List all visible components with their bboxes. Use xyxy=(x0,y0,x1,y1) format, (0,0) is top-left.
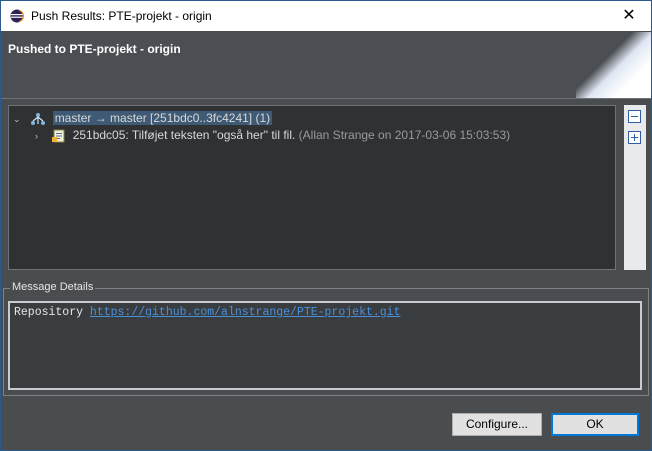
branch-push-icon xyxy=(31,112,46,125)
branch-update-label: master → master [251bdc0..3fc4241] (1) xyxy=(52,111,273,125)
close-icon[interactable]: ✕ xyxy=(607,1,651,31)
tree-toolbar xyxy=(624,105,646,270)
header-title: Pushed to PTE-projekt - origin xyxy=(8,42,181,56)
dialog-header: Pushed to PTE-projekt - origin xyxy=(1,32,651,98)
push-results-dialog: Push Results: PTE-projekt - origin ✕ Pus… xyxy=(0,0,652,451)
commit-message: 251bdc05: Tilføjet teksten "også her" ti… xyxy=(72,128,296,142)
repository-label: Repository xyxy=(14,306,84,319)
commit-icon xyxy=(52,129,65,143)
title-bar: Push Results: PTE-projekt - origin ✕ xyxy=(1,1,651,31)
ok-button[interactable]: OK xyxy=(551,413,639,436)
eclipse-app-icon xyxy=(10,9,24,23)
tree-row-branch[interactable]: ⌄ master → master [251bdc0..3fc4241] (1) xyxy=(13,109,273,128)
header-banner-image xyxy=(576,32,651,98)
push-results-tree[interactable]: ⌄ master → master [251bdc0..3fc4241] (1)… xyxy=(8,105,616,270)
repository-link[interactable]: https://github.com/alnstrange/PTE-projek… xyxy=(90,306,401,319)
collapse-toggle-icon[interactable]: ⌄ xyxy=(13,110,25,128)
message-details-legend: Message Details xyxy=(10,281,96,293)
message-details-text[interactable]: Repository https://github.com/alnstrange… xyxy=(8,301,642,390)
window-title: Push Results: PTE-projekt - origin xyxy=(31,9,212,23)
expand-all-icon[interactable] xyxy=(628,131,641,144)
expand-toggle-icon[interactable]: › xyxy=(35,127,47,145)
configure-button[interactable]: Configure... xyxy=(452,413,542,436)
tree-row-commit[interactable]: › 251bdc05: Tilføjet teksten "også her" … xyxy=(35,126,510,144)
collapse-all-icon[interactable] xyxy=(628,110,641,123)
commit-author-date: (Allan Strange on 2017-03-06 15:03:53) xyxy=(298,128,511,142)
header-separator xyxy=(1,98,651,99)
